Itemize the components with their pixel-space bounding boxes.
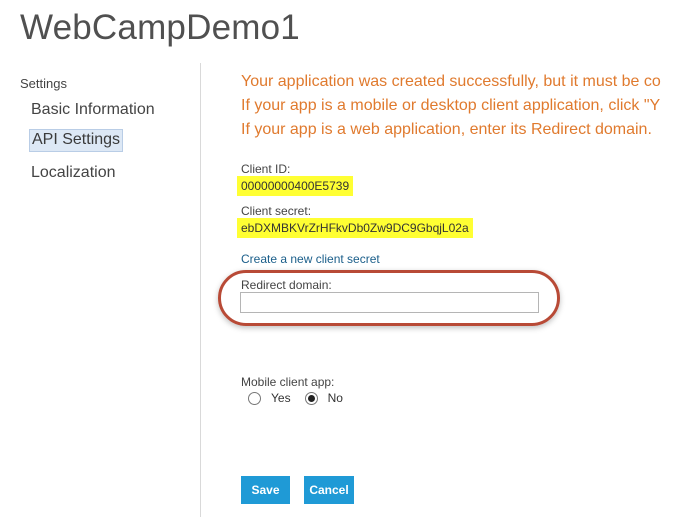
mobile-client-app-label: Mobile client app:	[241, 375, 335, 389]
radio-no[interactable]	[304, 391, 318, 405]
mobile-client-app-options: Yes No	[248, 391, 343, 405]
notice-line: If your app is a mobile or desktop clien…	[241, 97, 661, 114]
client-id-label: Client ID:	[241, 162, 291, 176]
sidebar-item-localization[interactable]: Localization	[31, 164, 116, 182]
sidebar-divider	[200, 63, 201, 517]
radio-yes[interactable]	[248, 391, 261, 405]
sidebar-heading: Settings	[20, 76, 67, 91]
notice-line: Your application was created successfull…	[241, 73, 661, 90]
cancel-button[interactable]: Cancel	[304, 476, 354, 504]
radio-yes-label[interactable]: Yes	[271, 391, 291, 405]
redirect-domain-label: Redirect domain:	[241, 278, 332, 292]
notice-line: If your app is a web application, enter …	[241, 121, 652, 138]
sidebar-item-api-settings[interactable]: API Settings	[29, 129, 124, 152]
sidebar-item-basic-information[interactable]: Basic Information	[31, 101, 155, 119]
create-client-secret-link[interactable]: Create a new client secret	[241, 252, 380, 266]
radio-no-label[interactable]: No	[328, 391, 343, 405]
save-button[interactable]: Save	[241, 476, 290, 504]
client-secret-value: ebDXMBKVrZrHFkvDb0Zw9DC9GbqjL02a	[237, 218, 473, 238]
client-secret-label: Client secret:	[241, 204, 312, 218]
page: WebCampDemo1 Settings Basic Information …	[0, 0, 679, 517]
client-id-value: 00000000400E5739	[237, 176, 354, 196]
redirect-domain-input[interactable]	[240, 292, 539, 313]
radio-selected-dot	[307, 394, 315, 402]
success-notice: Your application was created successfull…	[241, 70, 679, 142]
app-title: WebCampDemo1	[20, 8, 300, 47]
